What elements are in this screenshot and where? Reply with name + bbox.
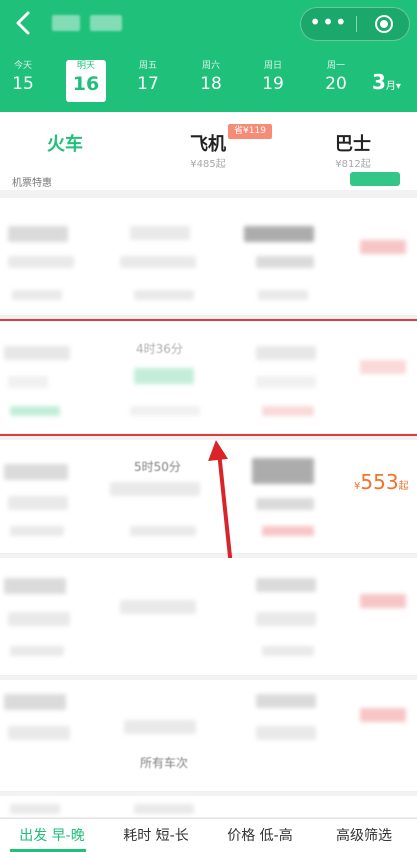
header-bar: ••• 今天 15 明天 16 周五 17 周六 18 周日 19 周一 20 xyxy=(0,0,417,112)
month-number: 3 xyxy=(372,70,386,94)
blurred-text xyxy=(8,226,68,242)
sort-filter-bar: 出发 早-晚 耗时 短-长 价格 低-高 高级筛选 xyxy=(0,818,417,852)
blurred-text xyxy=(262,526,314,536)
blurred-text xyxy=(8,612,70,626)
price-suffix: 起 xyxy=(398,481,409,492)
blurred-price xyxy=(360,594,406,608)
date-item-16-selected[interactable]: 明天 16 xyxy=(66,60,106,102)
blurred-text xyxy=(130,226,190,240)
advanced-filter[interactable]: 高级筛选 xyxy=(316,819,412,852)
date-day: 19 xyxy=(262,74,284,94)
mini-program-capsule: ••• xyxy=(300,7,410,41)
date-item-20[interactable]: 周一 20 xyxy=(316,60,356,102)
blurred-text xyxy=(134,290,194,300)
blurred-text xyxy=(120,256,196,268)
train-list-item-partial[interactable] xyxy=(0,796,417,818)
tab-price-hint: ¥485起 xyxy=(190,159,226,170)
blurred-text xyxy=(10,804,60,814)
date-weekday: 明天 xyxy=(76,61,95,71)
ticket-price: ¥553起 xyxy=(354,470,409,494)
price-value: 553 xyxy=(360,470,399,494)
blurred-text xyxy=(8,496,68,510)
notice-text: 机票特惠 xyxy=(12,178,52,189)
obscured-title-part xyxy=(90,15,122,31)
date-day: 18 xyxy=(200,74,222,94)
date-weekday: 周一 xyxy=(326,61,345,71)
blurred-text xyxy=(8,726,70,740)
availability-tag: 所有车次 xyxy=(140,756,189,770)
date-item-19[interactable]: 周日 19 xyxy=(253,60,293,102)
date-weekday: 今天 xyxy=(13,61,32,71)
duration-text: 5时50分 xyxy=(134,460,181,474)
date-item-17[interactable]: 周五 17 xyxy=(128,60,168,102)
date-day: 17 xyxy=(137,74,159,94)
blurred-text xyxy=(120,600,196,614)
date-item-18[interactable]: 周六 18 xyxy=(191,60,231,102)
date-weekday: 周六 xyxy=(201,61,220,71)
annotation-highlight-box xyxy=(0,319,417,436)
more-button[interactable]: ••• xyxy=(301,8,356,40)
blurred-text xyxy=(256,498,314,510)
date-day: 15 xyxy=(12,74,34,94)
month-suffix: 月▾ xyxy=(385,81,401,92)
blurred-text xyxy=(4,694,66,710)
train-list-item[interactable] xyxy=(0,198,417,316)
blurred-text xyxy=(256,726,316,740)
target-close-icon[interactable] xyxy=(375,15,393,33)
blurred-text xyxy=(4,464,68,480)
blurred-text xyxy=(256,694,316,708)
tab-price-hint: ¥812起 xyxy=(335,159,371,170)
annotation-arrow-head xyxy=(206,439,228,461)
date-weekday: 周五 xyxy=(138,61,157,71)
capsule-divider xyxy=(356,16,357,32)
nav-bar: ••• xyxy=(0,0,417,48)
train-list-item[interactable] xyxy=(0,558,417,676)
blurred-text xyxy=(8,256,74,268)
blurred-text xyxy=(4,578,66,594)
blurred-text xyxy=(12,290,62,300)
date-item-15[interactable]: 今天 15 xyxy=(3,60,43,102)
train-list-item[interactable]: 所有车次 xyxy=(0,680,417,792)
sort-by-price[interactable]: 价格 低-高 xyxy=(212,819,308,852)
date-strip: 今天 15 明天 16 周五 17 周六 18 周日 19 周一 20 3月▾ xyxy=(0,56,417,106)
date-weekday: 周日 xyxy=(263,61,282,71)
notice-pill xyxy=(350,172,400,186)
blurred-text xyxy=(256,578,316,592)
blurred-text xyxy=(10,526,64,536)
blurred-text xyxy=(130,526,196,536)
blurred-text xyxy=(256,256,314,268)
blurred-text xyxy=(258,290,308,300)
flight-promo-badge: 省¥119 xyxy=(228,124,272,139)
tab-label: 火车 xyxy=(47,134,83,155)
blurred-text xyxy=(256,612,316,626)
date-day: 20 xyxy=(325,74,347,94)
blurred-text xyxy=(10,646,64,656)
blurred-text xyxy=(244,226,314,242)
obscured-title-part xyxy=(52,15,80,31)
sort-by-departure[interactable]: 出发 早-晚 xyxy=(4,819,100,852)
blurred-text xyxy=(252,458,314,484)
tab-label: 巴士 xyxy=(335,134,371,155)
blurred-text xyxy=(134,804,194,814)
blurred-text xyxy=(110,482,200,496)
sort-by-duration[interactable]: 耗时 短-长 xyxy=(108,819,204,852)
chevron-left-icon[interactable] xyxy=(10,8,40,38)
blurred-text xyxy=(262,646,314,656)
blurred-price xyxy=(360,708,406,722)
blurred-text xyxy=(124,720,196,734)
calendar-month-button[interactable]: 3月▾ xyxy=(372,70,401,94)
blurred-price xyxy=(360,240,406,254)
promo-notice-bar[interactable]: 机票特惠 xyxy=(0,172,417,190)
date-day: 16 xyxy=(72,73,100,95)
